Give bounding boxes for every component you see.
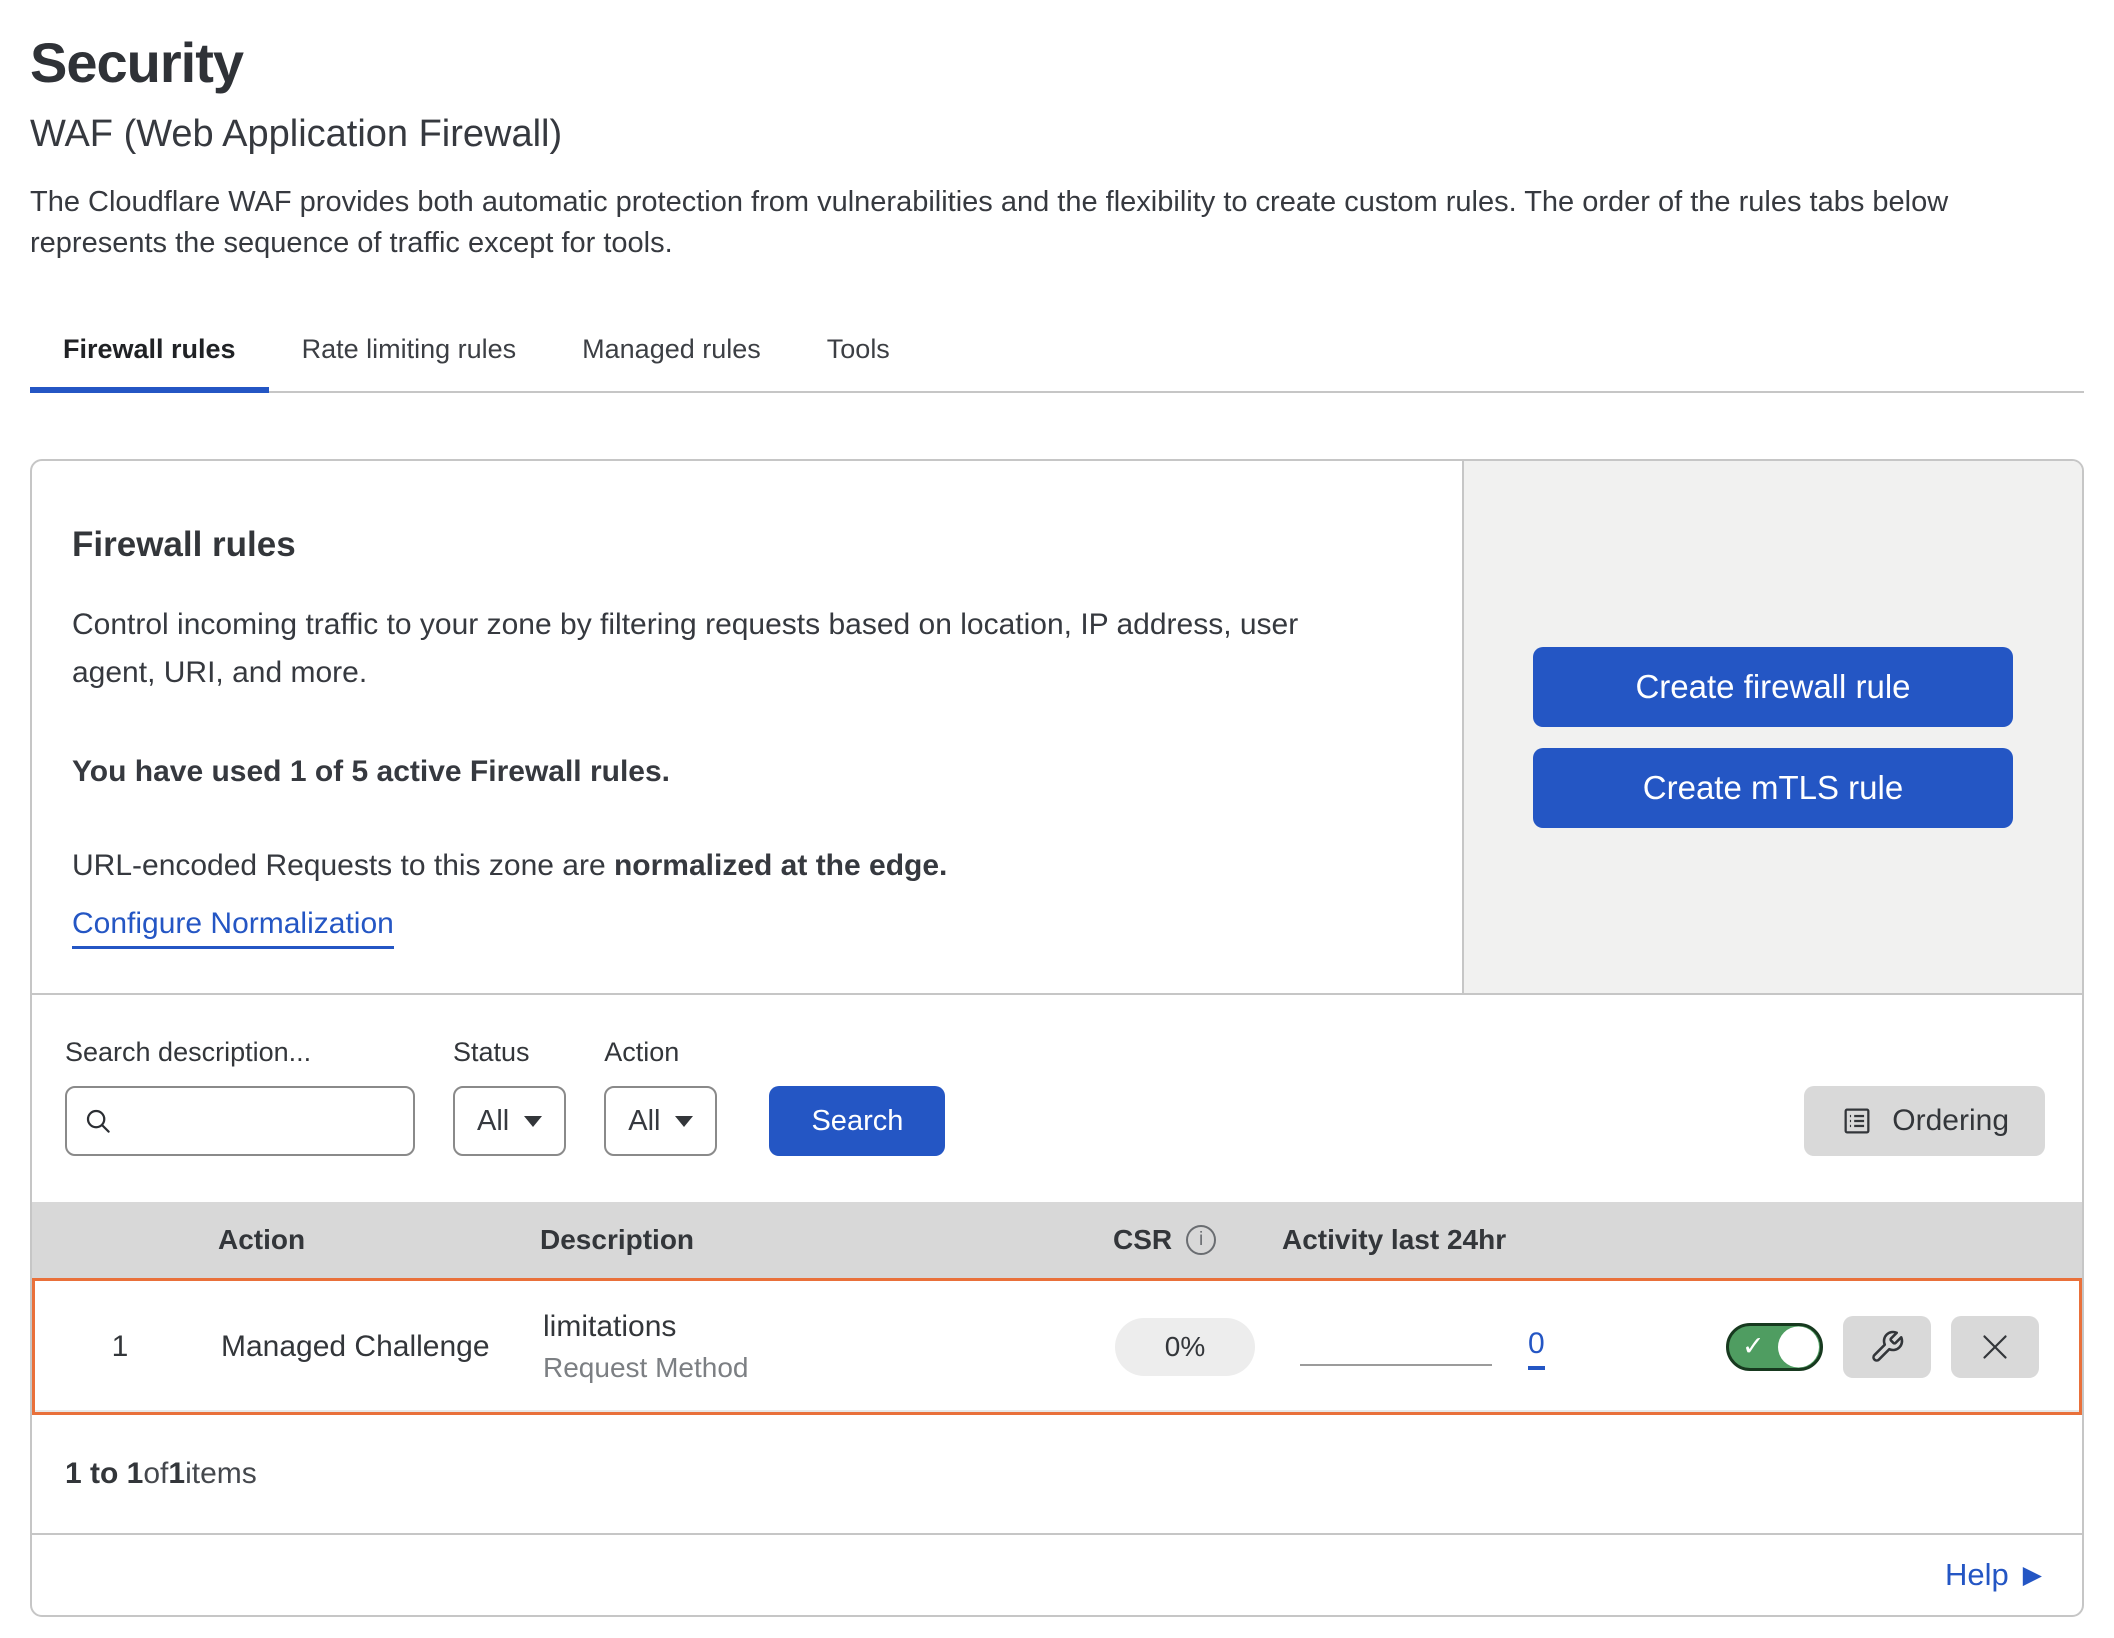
action-label: Action [604,1037,717,1068]
arrow-right-icon: ▶ [2023,1563,2042,1588]
rule-description: limitations [543,1310,1085,1344]
normalization-prefix: URL-encoded Requests to this zone are [72,849,614,882]
status-select[interactable]: All [453,1086,566,1156]
table-row: 1 Managed Challenge limitations Request … [32,1278,2082,1415]
normalization-note: URL-encoded Requests to this zone are no… [72,849,1422,883]
firewall-rules-card: Firewall rules Control incoming traffic … [30,459,2084,1617]
column-header-csr: CSR [1113,1224,1172,1256]
normalization-bold: normalized at the edge. [614,849,947,882]
tab-rate-limiting-rules[interactable]: Rate limiting rules [269,318,550,391]
chevron-down-icon [675,1116,693,1127]
actions-panel: Create firewall rule Create mTLS rule [1462,461,2082,993]
configure-normalization-link[interactable]: Configure Normalization [72,907,394,949]
card-description: Control incoming traffic to your zone by… [72,601,1382,697]
column-header-description: Description [512,1224,1082,1256]
search-button[interactable]: Search [769,1086,945,1156]
usage-summary: You have used 1 of 5 active Firewall rul… [72,755,1422,789]
ordering-button[interactable]: Ordering [1804,1086,2045,1156]
toggle-knob [1778,1326,1819,1367]
search-field[interactable] [65,1086,415,1156]
filter-bar: Search description... Status [32,993,2082,1202]
rule-enabled-toggle[interactable]: ✓ [1726,1323,1823,1371]
items-total: 1 [168,1457,185,1491]
status-label: Status [453,1037,566,1068]
column-header-activity: Activity last 24hr [1282,1224,1612,1256]
page-description: The Cloudflare WAF provides both automat… [30,182,2080,264]
create-mtls-rule-button[interactable]: Create mTLS rule [1533,748,2013,828]
create-firewall-rule-button[interactable]: Create firewall rule [1533,647,2013,727]
check-icon: ✓ [1742,1333,1765,1360]
page-title: Security [30,30,2084,95]
waf-page: Security WAF (Web Application Firewall) … [0,0,2114,1617]
help-link-label: Help [1945,1557,2009,1593]
table-header: Action Description CSR i Activity last 2… [32,1202,2082,1278]
close-icon [1977,1329,2013,1365]
status-select-value: All [477,1105,509,1138]
wrench-icon [1869,1329,1905,1365]
action-select[interactable]: All [604,1086,717,1156]
activity-sparkline [1300,1364,1492,1366]
activity-count-link[interactable]: 0 [1528,1329,1545,1370]
rule-priority: 1 [35,1330,205,1364]
card-heading: Firewall rules [72,525,1422,565]
help-row: Help ▶ [32,1535,2082,1615]
action-select-value: All [628,1105,660,1138]
card-top-section: Firewall rules Control incoming traffic … [32,461,2082,993]
delete-rule-button[interactable] [1951,1316,2039,1378]
rule-action: Managed Challenge [205,1330,515,1364]
csr-value-badge: 0% [1115,1318,1255,1376]
column-header-action: Action [202,1224,512,1256]
ordering-button-label: Ordering [1892,1104,2009,1138]
edit-rule-button[interactable] [1843,1316,1931,1378]
tab-tools[interactable]: Tools [794,318,923,391]
tab-managed-rules[interactable]: Managed rules [549,318,794,391]
waf-tabs: Firewall rules Rate limiting rules Manag… [30,318,2084,393]
help-link[interactable]: Help ▶ [1945,1557,2042,1593]
search-icon [83,1106,113,1136]
search-label: Search description... [65,1037,415,1068]
tab-firewall-rules[interactable]: Firewall rules [30,318,269,391]
ordered-list-icon [1840,1104,1874,1138]
chevron-down-icon [524,1116,542,1127]
info-icon[interactable]: i [1186,1225,1216,1255]
search-description-input[interactable] [123,1106,393,1137]
rule-expression: Request Method [543,1352,1085,1384]
pagination-summary: 1 to 1 of 1 items [32,1415,2082,1535]
items-range: 1 to 1 [65,1457,143,1491]
page-subtitle: WAF (Web Application Firewall) [30,113,2084,156]
